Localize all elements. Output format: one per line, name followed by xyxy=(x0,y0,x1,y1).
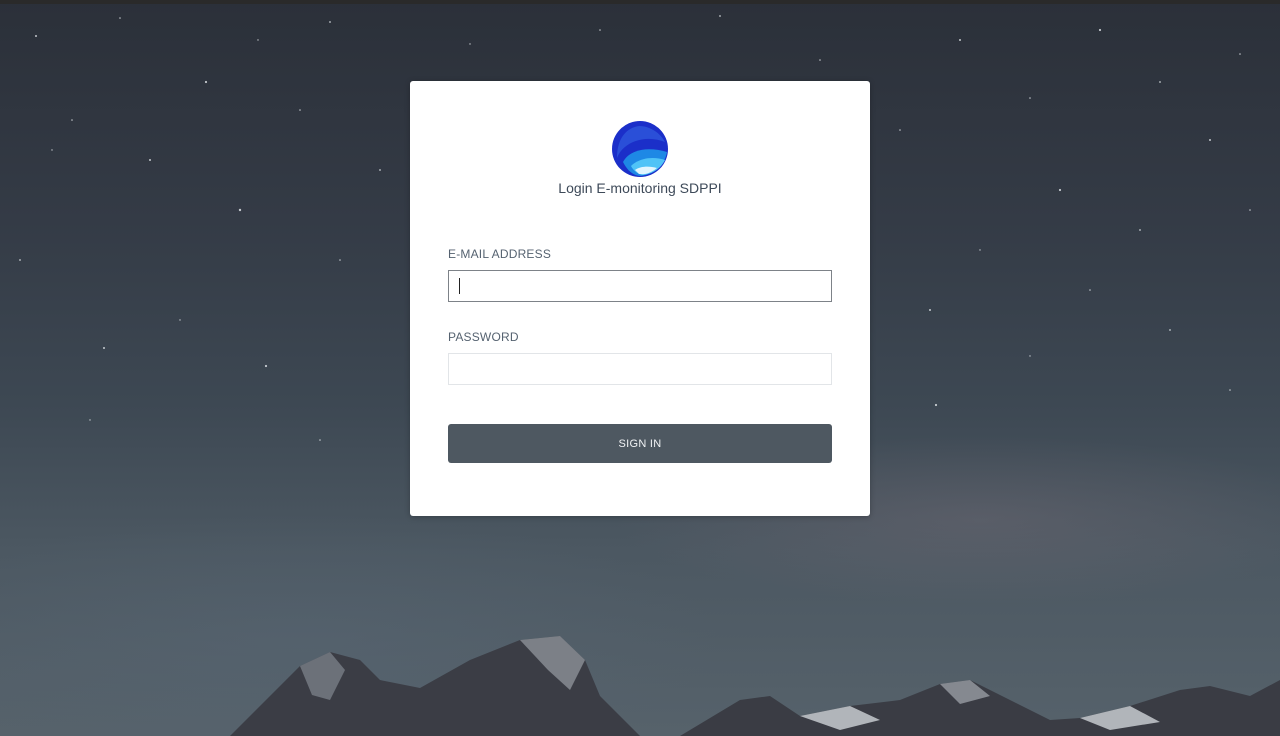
text-cursor xyxy=(459,278,460,294)
sign-in-button[interactable]: SIGN IN xyxy=(448,424,832,463)
login-card: Login E-monitoring SDPPI E-MAIL ADDRESS … xyxy=(410,81,870,516)
password-field[interactable] xyxy=(448,353,832,385)
page-title: Login E-monitoring SDPPI xyxy=(558,180,722,196)
email-field[interactable] xyxy=(448,270,832,302)
password-label: PASSWORD xyxy=(448,330,519,344)
kominfo-logo-icon xyxy=(612,121,668,177)
mountain-range xyxy=(0,636,1280,736)
email-label: E-MAIL ADDRESS xyxy=(448,247,552,261)
